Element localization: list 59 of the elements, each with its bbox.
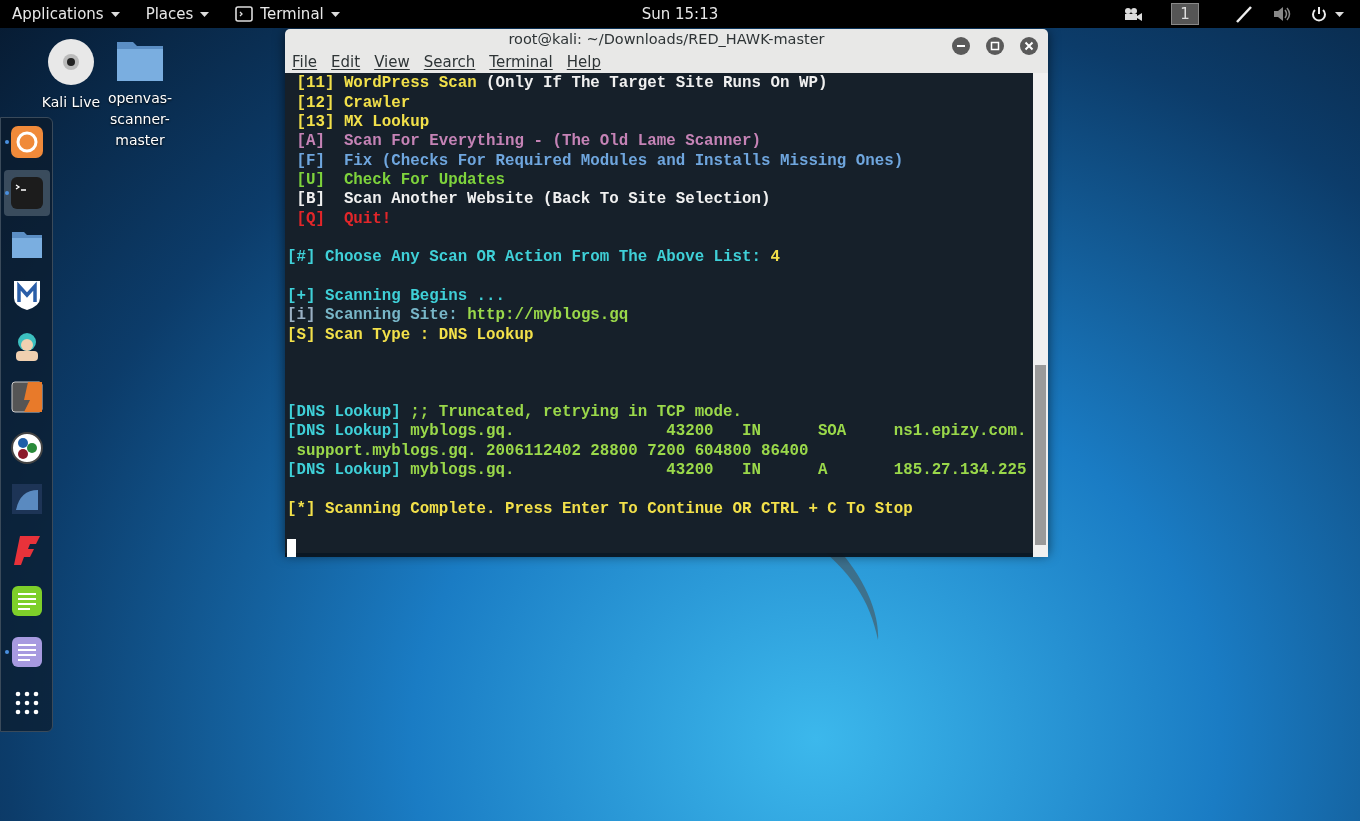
desktop-icon-label[interactable]: openvas-scanner-master — [106, 88, 174, 151]
camera-icon[interactable] — [1123, 7, 1143, 21]
menu-item[interactable]: Edit — [331, 50, 361, 74]
terminal-text: [DNS Lookup] — [287, 403, 402, 422]
menu-item[interactable]: Terminal — [489, 50, 553, 74]
workspace-indicator[interactable]: 1 — [1171, 3, 1199, 25]
terminal-text: Scanning Site: — [324, 306, 459, 325]
top-menu[interactable]: Applications — [12, 2, 120, 26]
disc-icon[interactable] — [47, 38, 95, 86]
desktop-icon-label[interactable]: Kali Live — [36, 92, 106, 113]
terminal-text: [Q] Quit! — [295, 209, 392, 228]
top-menu[interactable]: Places — [145, 2, 210, 26]
terminal-text: [#] Choose Any Scan OR Action From The Above List: — [287, 248, 762, 267]
terminal-text: (Only If The Target Site Runs On WP) — [486, 74, 828, 93]
menu-item[interactable]: Help — [566, 50, 601, 74]
volume-icon[interactable] — [1273, 6, 1291, 22]
clock[interactable]: Sun 15:13 — [560, 2, 800, 26]
power-icon[interactable] — [1311, 6, 1327, 22]
terminal-text: [+] Scanning Begins ... — [287, 287, 506, 306]
caret-icon — [200, 11, 210, 17]
menu-item[interactable]: Search — [423, 50, 476, 74]
terminal-icon — [9, 176, 44, 210]
terminal-text: [13] MX Lookup — [295, 112, 430, 131]
text-editor-icon — [9, 584, 44, 618]
terminal-text: [B] Scan Another Website (Back To Site Selection) — [295, 190, 771, 209]
caret-icon — [110, 11, 120, 17]
terminal-text: [i] — [287, 306, 317, 325]
close-button[interactable] — [1020, 37, 1038, 55]
terminal-text: [A] Scan For Everything - (The Old Lame Scanner) — [295, 132, 761, 151]
terminal-text: support.myblogs.gq. 2006112402 28800 7200 604800 86400 — [295, 441, 809, 460]
terminal-text: WordPress Scan — [343, 74, 478, 93]
minimize-button[interactable] — [952, 37, 970, 55]
terminal-text: [11] — [295, 74, 336, 93]
caret-icon — [1335, 11, 1344, 17]
lightning-square-icon — [9, 380, 44, 414]
terminal-text: http://myblogs.gq — [467, 306, 629, 325]
text-cursor — [287, 539, 296, 558]
top-menu[interactable]: Terminal — [235, 2, 340, 26]
scrollbar[interactable] — [1033, 73, 1048, 558]
terminal-text: [F] Fix (Checks For Required Modules and Installs Missing Ones) — [295, 151, 904, 170]
terminal-text: [DNS Lookup] — [287, 461, 402, 480]
maximize-button[interactable] — [986, 37, 1004, 55]
terminal-text: [S] Scan Type : DNS Lookup — [287, 325, 534, 344]
window-title: root@kali: ~/Downloads/RED_HAWK-master — [508, 30, 825, 49]
scrollbar-thumb[interactable] — [1035, 365, 1046, 546]
terminal-text: [*] Scanning Complete. Press Enter To Continue OR CTRL + C To Stop — [287, 499, 913, 518]
terminal-text: myblogs.gq. 43200 IN SOA ns1.epizy.com. — [410, 422, 1027, 441]
terminal-text: myblogs.gq. 43200 IN A 185.27.134.225 — [410, 461, 1027, 480]
menu-item[interactable]: View — [374, 50, 410, 74]
pen-icon[interactable] — [1235, 5, 1253, 23]
three-circles-icon — [9, 431, 44, 465]
terminal-text: [U] Check For Updates — [295, 170, 506, 189]
notes-icon — [9, 635, 44, 669]
terminal-text: ;; Truncated, retrying in TCP mode. — [410, 403, 743, 422]
terminal-text: [12] Crawler — [295, 93, 411, 112]
caret-icon — [330, 11, 340, 17]
menu-item[interactable]: File — [292, 50, 318, 74]
terminal-text: [DNS Lookup] — [287, 422, 402, 441]
terminal-text: 4 — [770, 248, 780, 267]
